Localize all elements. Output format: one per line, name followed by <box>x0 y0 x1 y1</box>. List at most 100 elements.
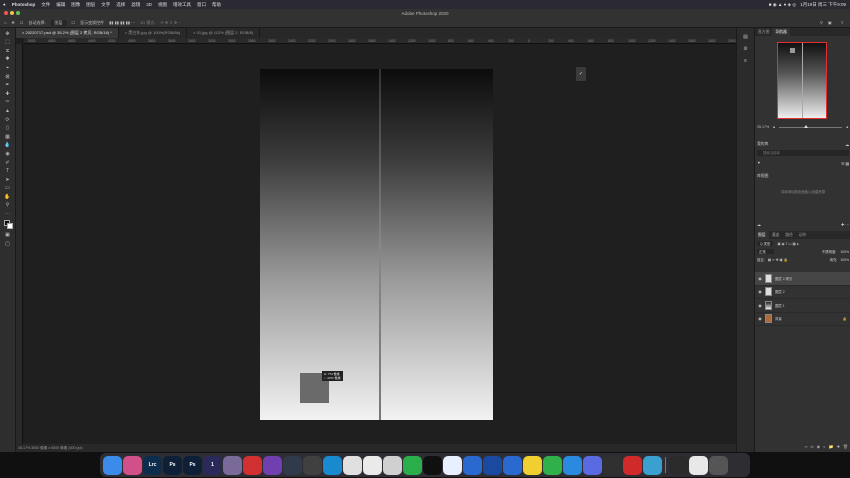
gradient-tool-icon[interactable]: ▦ <box>4 134 12 140</box>
finder-icon[interactable] <box>103 455 122 475</box>
delete-layer-icon[interactable]: 🗑 <box>843 444 848 449</box>
eraser-tool-icon[interactable]: ▯ <box>4 125 12 131</box>
edge-icon[interactable] <box>323 455 342 475</box>
add-mask-icon[interactable]: ◉ <box>817 444 821 449</box>
status-icons[interactable]: ■ ◉ ▲ ● ◈ ◎ <box>769 2 796 8</box>
blend-mode-dropdown[interactable]: 正常 <box>757 249 774 254</box>
apple-menu-icon[interactable]: ● <box>0 2 9 7</box>
marquee-tool-icon[interactable]: ⬚ <box>4 39 12 45</box>
layer-row[interactable]: ◉ 图层 2 <box>755 286 850 299</box>
launchpad-icon[interactable] <box>123 455 142 475</box>
tab-navigator[interactable]: 导航器 <box>772 28 790 36</box>
tab-layers[interactable]: 图层 <box>755 231 769 239</box>
layer-filter-icons[interactable]: ▣ ◉ T ▭ ▦ ● <box>777 242 798 246</box>
app2-icon[interactable] <box>343 455 362 475</box>
type-tool-icon[interactable]: T <box>4 168 12 174</box>
path-select-tool-icon[interactable]: ➤ <box>4 177 12 183</box>
library-view-section[interactable]: 库视图 <box>757 174 849 179</box>
library-search-input[interactable]: 搜索当前库 <box>757 150 849 156</box>
menu-help[interactable]: 帮助 <box>209 2 224 8</box>
align-icons[interactable]: ▮▮ ▮▮ ▮▮ ▮▮ ⋯ <box>109 20 135 25</box>
menu-view[interactable]: 视图 <box>155 2 170 8</box>
layer-name[interactable]: 图层 2 <box>775 289 785 294</box>
shape-tool-icon[interactable]: ▭ <box>4 185 12 191</box>
app7-icon[interactable] <box>563 455 582 475</box>
more-tools-icon[interactable]: ⋯ <box>4 211 12 217</box>
cloud-icon[interactable]: ☁ <box>845 142 849 147</box>
layer-filter-dropdown[interactable]: Q 类型 <box>757 241 774 246</box>
history-brush-tool-icon[interactable]: ⟳ <box>4 117 12 123</box>
zoom-window-icon[interactable] <box>16 11 20 15</box>
close-window-icon[interactable] <box>4 11 8 15</box>
tab-channels[interactable]: 通道 <box>769 231 783 239</box>
lasso-tool-icon[interactable]: ⧖ <box>4 48 12 54</box>
layer-name[interactable]: 图层 1 <box>775 303 785 308</box>
wechat-icon[interactable] <box>403 455 422 475</box>
move-tool-icon[interactable]: ✥ <box>4 31 12 37</box>
final-cut-icon[interactable] <box>303 455 322 475</box>
tab-document-1[interactable]: × 20220717.psd @ 35.2% (图层 2 拷贝, RGB/16)… <box>16 28 119 38</box>
filter-icon[interactable]: ▼ <box>757 161 761 166</box>
eyedropper-tool-icon[interactable]: ✒ <box>4 82 12 88</box>
tab-histogram[interactable]: 直方图 <box>755 28 772 36</box>
share-icon[interactable]: ⇧ <box>841 20 844 25</box>
baidu-icon[interactable] <box>463 455 482 475</box>
tab-actions[interactable]: 动作 <box>796 231 810 239</box>
properties-panel-icon[interactable]: ≡ <box>742 58 750 64</box>
menu-select[interactable]: 选择 <box>113 2 128 8</box>
search-icon[interactable]: ⚲ <box>820 20 823 25</box>
app-icon[interactable] <box>223 455 242 475</box>
minimize-window-icon[interactable] <box>10 11 14 15</box>
cast-icon[interactable] <box>243 455 262 475</box>
app10-icon[interactable] <box>643 455 662 475</box>
menu-file[interactable]: 文件 <box>38 2 53 8</box>
menu-layer[interactable]: 图层 <box>83 2 98 8</box>
one-icon[interactable]: 1 <box>203 455 222 475</box>
visibility-eye-icon[interactable]: ◉ <box>758 276 762 281</box>
layer-name[interactable]: 图层 2 拷贝 <box>775 276 792 281</box>
layer-name[interactable]: 背景 <box>775 316 782 321</box>
workspace-icon[interactable]: ▣ <box>828 20 832 25</box>
photoshop-icon[interactable]: Ps <box>163 455 182 475</box>
layer-row[interactable]: ◉ 背景 🔒 <box>755 313 850 326</box>
close-tab-icon[interactable]: × <box>125 30 127 35</box>
app4-icon[interactable] <box>503 455 522 475</box>
visibility-eye-icon[interactable]: ◉ <box>758 316 762 321</box>
video-icon[interactable] <box>483 455 502 475</box>
navigator-preview[interactable] <box>777 42 827 119</box>
history-panel-icon[interactable]: ▤ <box>742 34 750 40</box>
pen-tool-icon[interactable]: ✐ <box>4 160 12 166</box>
zoom-out-icon[interactable]: ▲ <box>772 125 776 129</box>
menu-plugins[interactable]: 增效工具 <box>170 2 194 8</box>
color-swatches-icon[interactable] <box>3 219 13 230</box>
menu-image[interactable]: 图像 <box>68 2 83 8</box>
zoom-slider[interactable] <box>778 125 843 128</box>
chrome-icon[interactable] <box>383 455 402 475</box>
window-icon[interactable] <box>689 455 708 475</box>
menu-type[interactable]: 文字 <box>98 2 113 8</box>
document-canvas[interactable]: H: 774 像素 ↓: 4471 像素 <box>260 69 493 420</box>
fill-input[interactable]: 100% <box>840 258 849 262</box>
photoshop-2-icon[interactable]: Ps <box>183 455 202 475</box>
new-layer-icon[interactable]: ✚ <box>837 444 840 449</box>
crop-tool-icon[interactable]: ⌖ <box>4 65 12 71</box>
davinci-icon[interactable] <box>283 455 302 475</box>
lightroom-classic-icon[interactable]: Lrc <box>143 455 162 475</box>
blur-tool-icon[interactable]: 💧 <box>4 142 12 148</box>
transform-controls-checkbox[interactable]: ☐ <box>72 20 76 25</box>
app-menu[interactable]: Photoshop <box>9 2 39 7</box>
menu-window[interactable]: 窗口 <box>194 2 209 8</box>
layer-style-icon[interactable]: fx <box>811 444 814 449</box>
visibility-eye-icon[interactable]: ◉ <box>758 289 762 294</box>
zoom-in-icon[interactable]: ▲ <box>845 125 849 129</box>
menu-edit[interactable]: 编辑 <box>53 2 68 8</box>
cloud-icon[interactable]: ☁ <box>757 222 761 227</box>
panel-actions-icon[interactable]: ✚ ⋯ <box>841 222 849 227</box>
home-icon[interactable]: ⌂ <box>4 20 6 25</box>
vertical-ruler[interactable] <box>16 44 23 444</box>
app8-icon[interactable] <box>583 455 602 475</box>
auto-select-dropdown[interactable]: 图层 <box>50 19 67 26</box>
app9-icon[interactable] <box>603 455 622 475</box>
folder-icon[interactable] <box>669 455 688 475</box>
frame-tool-icon[interactable]: ⊠ <box>4 74 12 80</box>
